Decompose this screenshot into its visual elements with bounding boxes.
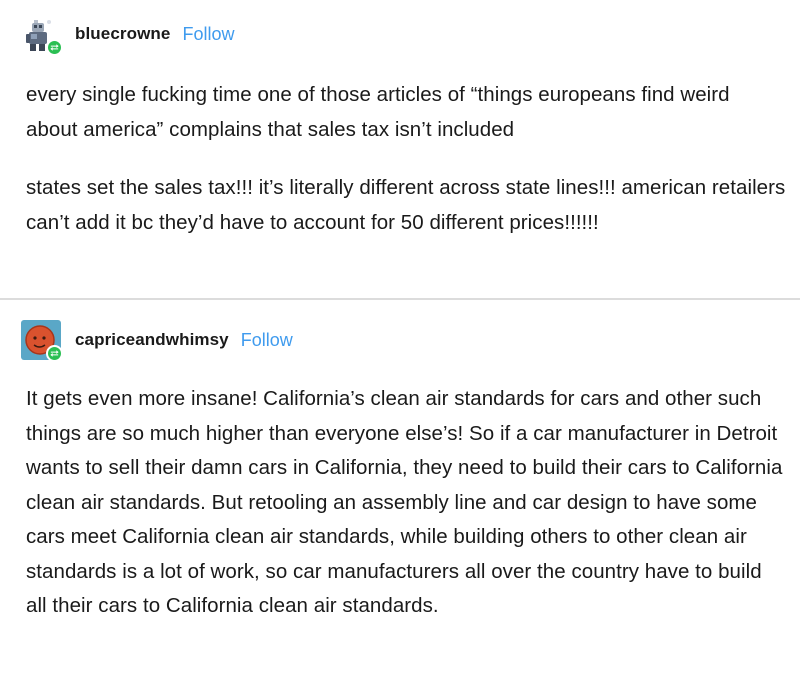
paragraph-text: It gets even more insane! California’s c…: [26, 387, 783, 617]
avatar[interactable]: [21, 14, 63, 56]
follow-button[interactable]: Follow: [182, 24, 234, 45]
username[interactable]: bluecrowne: [75, 24, 170, 44]
post-paragraph: It gets even more insane! California’s c…: [26, 382, 786, 624]
reblog-post-bluecrowne: bluecrowne Follow every single fucking t…: [0, 0, 800, 298]
username[interactable]: capriceandwhimsy: [75, 330, 229, 350]
post-paragraph: states set the sales tax!!! it’s literal…: [26, 171, 786, 240]
reblog-icon: [46, 39, 63, 56]
post-paragraph: every single fucking time one of those a…: [26, 78, 786, 147]
reblog-post-capriceandwhimsy: capriceandwhimsy Follow It gets even mor…: [0, 300, 800, 678]
post-header: bluecrowne Follow: [21, 14, 234, 56]
paragraph-text: states set the sales tax!!! it’s literal…: [26, 176, 786, 234]
reblog-icon: [46, 345, 63, 362]
paragraph-text: every single fucking time one of those a…: [26, 83, 730, 141]
follow-button[interactable]: Follow: [241, 330, 293, 351]
avatar[interactable]: [21, 320, 63, 362]
post-header: capriceandwhimsy Follow: [21, 320, 293, 362]
